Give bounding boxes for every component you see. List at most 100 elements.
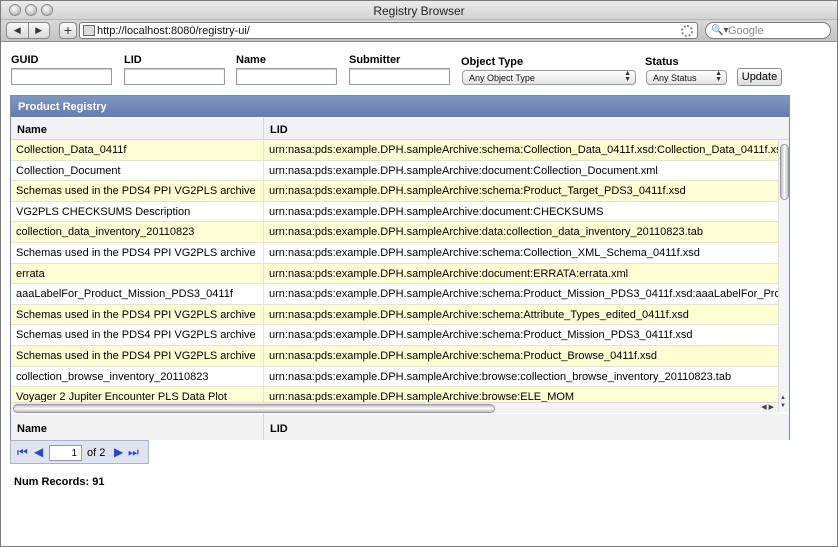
table-row[interactable]: aaaLabelFor_Product_Mission_PDS3_0411f ur… (11, 284, 778, 305)
horizontal-scroll-thumb[interactable] (13, 404, 495, 413)
address-bar[interactable]: http://localhost:8080/registry-ui/ (79, 22, 698, 39)
cell-divider (263, 284, 264, 304)
back-arrow-icon[interactable]: ◀ (7, 23, 28, 38)
table-row[interactable]: Schemas used in the PDS4 PPI VG2PLS arch… (11, 304, 778, 326)
table-body: Collection_Data_0411f urn:nasa:pds:exampl… (11, 140, 778, 402)
status-value: Any Status (653, 73, 697, 83)
vertical-scrollbar[interactable]: ▲ ▼ (778, 140, 789, 412)
horizontal-scrollbar[interactable]: ◀ ▶ (11, 402, 778, 413)
cell-divider (263, 181, 264, 201)
cell-lid: urn:nasa:pds:example.DPH.sampleArchive:d… (269, 205, 604, 218)
cell-lid: urn:nasa:pds:example.DPH.sampleArchive:s… (269, 185, 686, 198)
window-title: Registry Browser (373, 4, 465, 18)
address-url: http://localhost:8080/registry-ui/ (97, 25, 250, 37)
status-select[interactable]: Any Status ▲ ▼ (646, 70, 727, 85)
table-header: Name LID (11, 118, 789, 140)
select-arrows-icon: ▲ ▼ (624, 70, 631, 83)
search-field[interactable]: 🔍▾ Google (705, 22, 831, 39)
select-arrows-icon: ▲ ▼ (715, 70, 722, 83)
cell-name: VG2PLS CHECKSUMS Description (16, 205, 191, 218)
cell-name: collection_browse_inventory_20110823 (16, 370, 209, 383)
cell-divider (263, 201, 264, 222)
name-label: Name (236, 54, 266, 66)
cell-lid: urn:nasa:pds:example.DPH.sampleArchive:s… (269, 308, 689, 321)
browser-window: Registry Browser ◀ ▶ + http://localhost:… (0, 0, 838, 547)
cell-name: Schemas used in the PDS4 PPI VG2PLS arch… (16, 185, 256, 198)
cell-divider (263, 263, 264, 284)
submitter-label: Submitter (349, 54, 401, 66)
table-row[interactable]: Schemas used in the PDS4 PPI VG2PLS arch… (11, 181, 778, 202)
column-divider (263, 118, 264, 140)
column-header-name[interactable]: Name (17, 124, 47, 136)
cell-lid: urn:nasa:pds:example.DPH.sampleArchive:b… (269, 370, 732, 383)
footer-column-lid: LID (270, 423, 288, 435)
cell-name: Schemas used in the PDS4 PPI VG2PLS arch… (16, 329, 256, 342)
cell-lid: urn:nasa:pds:example.DPH.sampleArchive:s… (269, 349, 658, 362)
search-placeholder: Google (728, 25, 764, 37)
cell-divider (263, 304, 264, 325)
cell-name: collection_data_inventory_20110823 (16, 226, 195, 239)
panel-title: Product Registry (11, 96, 789, 117)
cell-divider (263, 242, 264, 263)
guid-label: GUID (11, 54, 39, 66)
add-bookmark-button[interactable]: + (59, 22, 77, 39)
page-of-text: of 2 (87, 447, 105, 459)
table-row[interactable]: Schemas used in the PDS4 PPI VG2PLS arch… (11, 242, 778, 264)
loading-spinner-icon[interactable] (681, 25, 693, 37)
vertical-scroll-thumb[interactable] (780, 144, 789, 200)
cell-name: Voyager 2 Jupiter Encounter PLS Data Plo… (16, 391, 227, 402)
total-pages: 2 (99, 447, 106, 459)
lid-label: LID (124, 54, 142, 66)
cell-name: errata (16, 267, 45, 280)
table-row[interactable]: errata urn:nasa:pds:example.DPH.sampleArc… (11, 263, 778, 285)
cell-name: Schemas used in the PDS4 PPI VG2PLS arch… (16, 308, 256, 321)
num-records: Num Records: 91 (14, 476, 105, 488)
favicon-icon (83, 25, 95, 36)
cell-divider (263, 345, 264, 366)
lid-input[interactable] (124, 68, 225, 85)
product-registry-panel: Product Registry Name LID Collection_Dat… (10, 95, 790, 440)
title-bar: Registry Browser (1, 1, 837, 20)
cell-lid: urn:nasa:pds:example.DPH.sampleArchive:s… (269, 144, 778, 156)
first-page-icon[interactable]: ⏮ (17, 445, 28, 459)
table-row[interactable]: Collection_Data_0411f urn:nasa:pds:exampl… (11, 140, 778, 161)
cell-lid: urn:nasa:pds:example.DPH.sampleArchive:d… (269, 164, 658, 177)
status-label: Status (645, 56, 679, 68)
footer-column-name: Name (17, 423, 47, 435)
update-button[interactable]: Update (737, 68, 782, 86)
last-page-icon[interactable]: ⏭ (128, 445, 139, 459)
horizontal-scroll-arrows-icon[interactable]: ◀ ▶ (761, 403, 774, 411)
next-page-icon[interactable]: ▶ (114, 445, 123, 459)
guid-input[interactable] (11, 68, 112, 85)
forward-arrow-icon[interactable]: ▶ (27, 23, 50, 38)
table-row[interactable]: Collection_Document urn:nasa:pds:example.… (11, 160, 778, 182)
cell-name: Collection_Document (16, 164, 121, 177)
page-number-input[interactable]: 1 (49, 445, 82, 461)
object-type-label: Object Type (461, 56, 524, 68)
table-footer: Name LID (11, 414, 789, 440)
cell-lid: urn:nasa:pds:example.DPH.sampleArchive:d… (269, 267, 629, 280)
submitter-input[interactable] (349, 68, 450, 85)
search-icon[interactable]: 🔍▾ (711, 25, 728, 36)
cell-divider (263, 387, 264, 402)
previous-page-icon[interactable]: ◀ (34, 445, 43, 459)
table-row[interactable]: Schemas used in the PDS4 PPI VG2PLS arch… (11, 345, 778, 367)
table-row[interactable]: collection_data_inventory_20110823 urn:na… (11, 222, 778, 243)
object-type-select[interactable]: Any Object Type ▲ ▼ (462, 70, 636, 85)
cell-lid: urn:nasa:pds:example.DPH.sampleArchive:s… (269, 246, 700, 259)
cell-lid: urn:nasa:pds:example.DPH.sampleArchive:s… (269, 288, 778, 301)
column-divider (263, 414, 264, 440)
browser-toolbar: ◀ ▶ + http://localhost:8080/registry-ui/… (1, 20, 837, 42)
table-row[interactable]: Schemas used in the PDS4 PPI VG2PLS arch… (11, 325, 778, 346)
table-row[interactable]: Voyager 2 Jupiter Encounter PLS Data Plo… (11, 387, 778, 402)
table-row[interactable]: collection_browse_inventory_20110823 urn:… (11, 366, 778, 388)
scroll-down-icon[interactable]: ▼ (780, 403, 786, 409)
cell-divider (263, 325, 264, 345)
scroll-up-icon[interactable]: ▲ (780, 395, 786, 401)
pager: ⏮ ◀ 1 of 2 ▶ ⏭ (10, 440, 149, 464)
column-header-lid[interactable]: LID (270, 124, 288, 136)
cell-name: aaaLabelFor_Product_Mission_PDS3_0411f (16, 288, 233, 301)
object-type-value: Any Object Type (469, 73, 535, 83)
table-row[interactable]: VG2PLS CHECKSUMS Description urn:nasa:pds… (11, 201, 778, 223)
name-input[interactable] (236, 68, 337, 85)
